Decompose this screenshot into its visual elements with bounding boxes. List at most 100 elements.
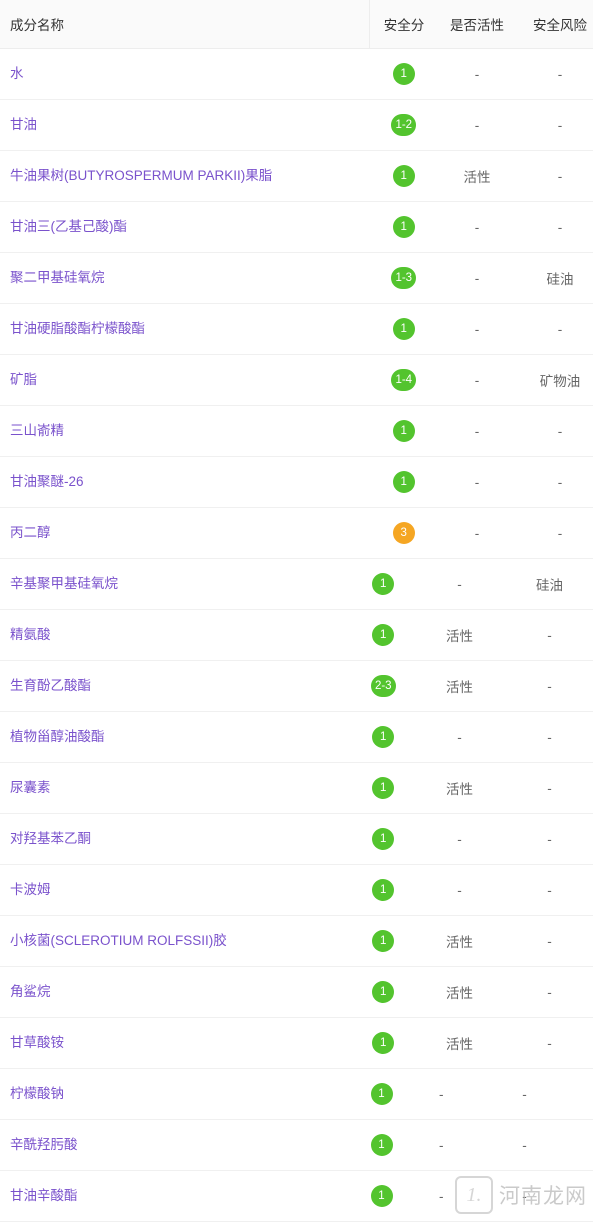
table-row[interactable]: 植物甾醇油酸酯 1 - - — [0, 711, 593, 763]
is-active-cell: - — [438, 48, 516, 100]
ingredient-name[interactable]: 聚二甲基硅氧烷 — [0, 252, 370, 304]
ingredient-name[interactable]: 角鲨烷 — [0, 966, 370, 1018]
safety-score-badge: 1 — [372, 624, 395, 646]
safety-score-badge: 1 — [372, 777, 395, 799]
safety-score-badge: 1 — [372, 879, 395, 901]
safety-risk-cell: - — [516, 150, 593, 202]
safety-score-cell: 2-3 — [369, 660, 438, 712]
ingredient-table: 成分名称 安全分 是否活性 安全风险 水 1- - 甘油 1-2- - 牛油果树(BUTYR… — [0, 0, 593, 1222]
ingredient-name[interactable]: 精氨酸 — [0, 609, 370, 661]
safety-score-badge: 1 — [392, 471, 415, 493]
is-active-cell: - — [438, 507, 516, 559]
table-row[interactable]: 甘油聚醚-26 1 - - — [0, 456, 593, 508]
is-active-cell: - — [438, 1068, 516, 1120]
ingredient-name[interactable]: 辛基聚甲基硅氧烷 — [0, 558, 370, 610]
safety-score-cell: 1 — [369, 201, 438, 253]
table-row[interactable]: 尿囊素 1 活性 - — [0, 762, 593, 814]
table-row[interactable]: 丙二醇 3 - - — [0, 507, 593, 559]
is-active-cell: - — [438, 252, 516, 304]
table-row[interactable]: 柠檬酸钠 1 - - — [0, 1068, 593, 1120]
table-row[interactable]: 对羟基苯乙酮 1 - - — [0, 813, 593, 865]
table-row[interactable]: 甘油硬脂酸酯柠檬酸酯 1 - - — [0, 303, 593, 355]
safety-risk-cell: - — [516, 507, 593, 559]
safety-risk-cell: - — [516, 99, 593, 151]
ingredient-name[interactable]: 生育酚乙酸酯 — [0, 660, 370, 712]
table-row[interactable]: 三山嵛精 1 - - — [0, 405, 593, 457]
ingredient-name[interactable]: 甘油三(乙基己酸)酯 — [0, 201, 370, 253]
is-active-cell: 活性 — [438, 1017, 516, 1069]
safety-score-badge: 1 — [370, 1134, 393, 1156]
ingredient-name[interactable]: 小核菌(SCLEROTIUM ROLFSSII)胶 — [0, 915, 370, 967]
safety-score-badge: 1 — [372, 981, 395, 1003]
safety-score-cell: 1-3 — [369, 252, 438, 304]
is-active-cell: 活性 — [438, 966, 516, 1018]
safety-score-cell: 1 — [369, 1017, 438, 1069]
safety-score-badge: 1 — [392, 318, 415, 340]
column-header-risk: 安全风险 — [516, 0, 593, 49]
safety-risk-cell: - — [516, 201, 593, 253]
safety-risk-cell: - — [516, 813, 593, 865]
table-row[interactable]: 矿脂 1-4- 矿物油 — [0, 354, 593, 406]
safety-score-badge: 1-3 — [391, 267, 417, 289]
is-active-cell: 活性 — [438, 915, 516, 967]
ingredient-name[interactable]: 丙二醇 — [0, 507, 370, 559]
ingredient-name[interactable]: 尿囊素 — [0, 762, 370, 814]
ingredient-name[interactable]: 甘油硬脂酸酯柠檬酸酯 — [0, 303, 370, 355]
safety-score-badge: 1 — [372, 930, 395, 952]
ingredient-name[interactable]: 对羟基苯乙酮 — [0, 813, 370, 865]
table-row[interactable]: 甘草酸铵 1 活性 - — [0, 1017, 593, 1069]
is-active-cell: - — [438, 813, 516, 865]
safety-score-cell: 1 — [369, 711, 438, 763]
safety-score-cell: 1 — [369, 150, 438, 202]
table-row[interactable]: 角鲨烷 1 活性 - — [0, 966, 593, 1018]
safety-risk-cell: - — [516, 915, 593, 967]
table-row[interactable]: 卡波姆 1 - - — [0, 864, 593, 916]
is-active-cell: - — [438, 303, 516, 355]
ingredient-table-container: 成分名称 安全分 是否活性 安全风险 水 1- - 甘油 1-2- - 牛油果树(BUTYR… — [0, 0, 593, 1222]
safety-score-cell: 1 — [369, 303, 438, 355]
table-row[interactable]: 辛酰羟肟酸 1 - - — [0, 1119, 593, 1171]
safety-score-badge: 1 — [370, 1185, 393, 1207]
is-active-cell: - — [438, 711, 516, 763]
ingredient-name[interactable]: 柠檬酸钠 — [0, 1068, 370, 1120]
safety-score-badge: 1 — [370, 1083, 393, 1105]
ingredient-name[interactable]: 矿脂 — [0, 354, 370, 406]
safety-risk-cell: - — [516, 405, 593, 457]
safety-risk-cell: - — [516, 711, 593, 763]
safety-score-badge: 1-2 — [391, 114, 417, 136]
ingredient-name[interactable]: 甘油聚醚-26 — [0, 456, 370, 508]
safety-risk-cell: - — [516, 660, 593, 712]
table-row[interactable]: 甘油三(乙基己酸)酯 1 - - — [0, 201, 593, 253]
column-header-score: 安全分 — [369, 0, 438, 49]
safety-risk-cell: - — [516, 966, 593, 1018]
table-row[interactable]: 水1 -- — [0, 48, 593, 100]
safety-risk-cell: 硅油 — [516, 558, 593, 610]
is-active-cell: 活性 — [438, 150, 516, 202]
ingredient-name[interactable]: 辛酰羟肟酸 — [0, 1119, 370, 1171]
ingredient-name[interactable]: 水 — [0, 48, 370, 100]
safety-risk-cell: - — [516, 1017, 593, 1069]
safety-score-cell: 1 — [369, 609, 438, 661]
ingredient-name[interactable]: 卡波姆 — [0, 864, 370, 916]
safety-score-cell: 1-2 — [369, 99, 438, 151]
ingredient-name[interactable]: 甘草酸铵 — [0, 1017, 370, 1069]
safety-score-badge: 1 — [372, 726, 395, 748]
safety-score-badge: 1 — [392, 216, 415, 238]
table-row[interactable]: 牛油果树(BUTYROSPERMUM PARKII)果脂 1 活性 - — [0, 150, 593, 202]
safety-score-cell: 1 — [369, 864, 438, 916]
table-row[interactable]: 聚二甲基硅氧烷 1-3- 硅油 — [0, 252, 593, 304]
ingredient-name[interactable]: 牛油果树(BUTYROSPERMUM PARKII)果脂 — [0, 150, 370, 202]
is-active-cell: - — [438, 864, 516, 916]
table-row[interactable]: 小核菌(SCLEROTIUM ROLFSSII)胶 1 活性 - — [0, 915, 593, 967]
ingredient-name[interactable]: 植物甾醇油酸酯 — [0, 711, 370, 763]
safety-score-cell: 1 — [369, 558, 438, 610]
table-row[interactable]: 生育酚乙酸酯 2-3 活性 - — [0, 660, 593, 712]
is-active-cell: - — [438, 456, 516, 508]
is-active-cell: 活性 — [438, 660, 516, 712]
table-row[interactable]: 甘油 1-2- - — [0, 99, 593, 151]
table-row[interactable]: 精氨酸 1 活性 - — [0, 609, 593, 661]
safety-score-badge: 1 — [392, 63, 415, 85]
table-row[interactable]: 辛基聚甲基硅氧烷 1 - 硅油 — [0, 558, 593, 610]
ingredient-name[interactable]: 三山嵛精 — [0, 405, 370, 457]
ingredient-name[interactable]: 甘油 — [0, 99, 370, 151]
